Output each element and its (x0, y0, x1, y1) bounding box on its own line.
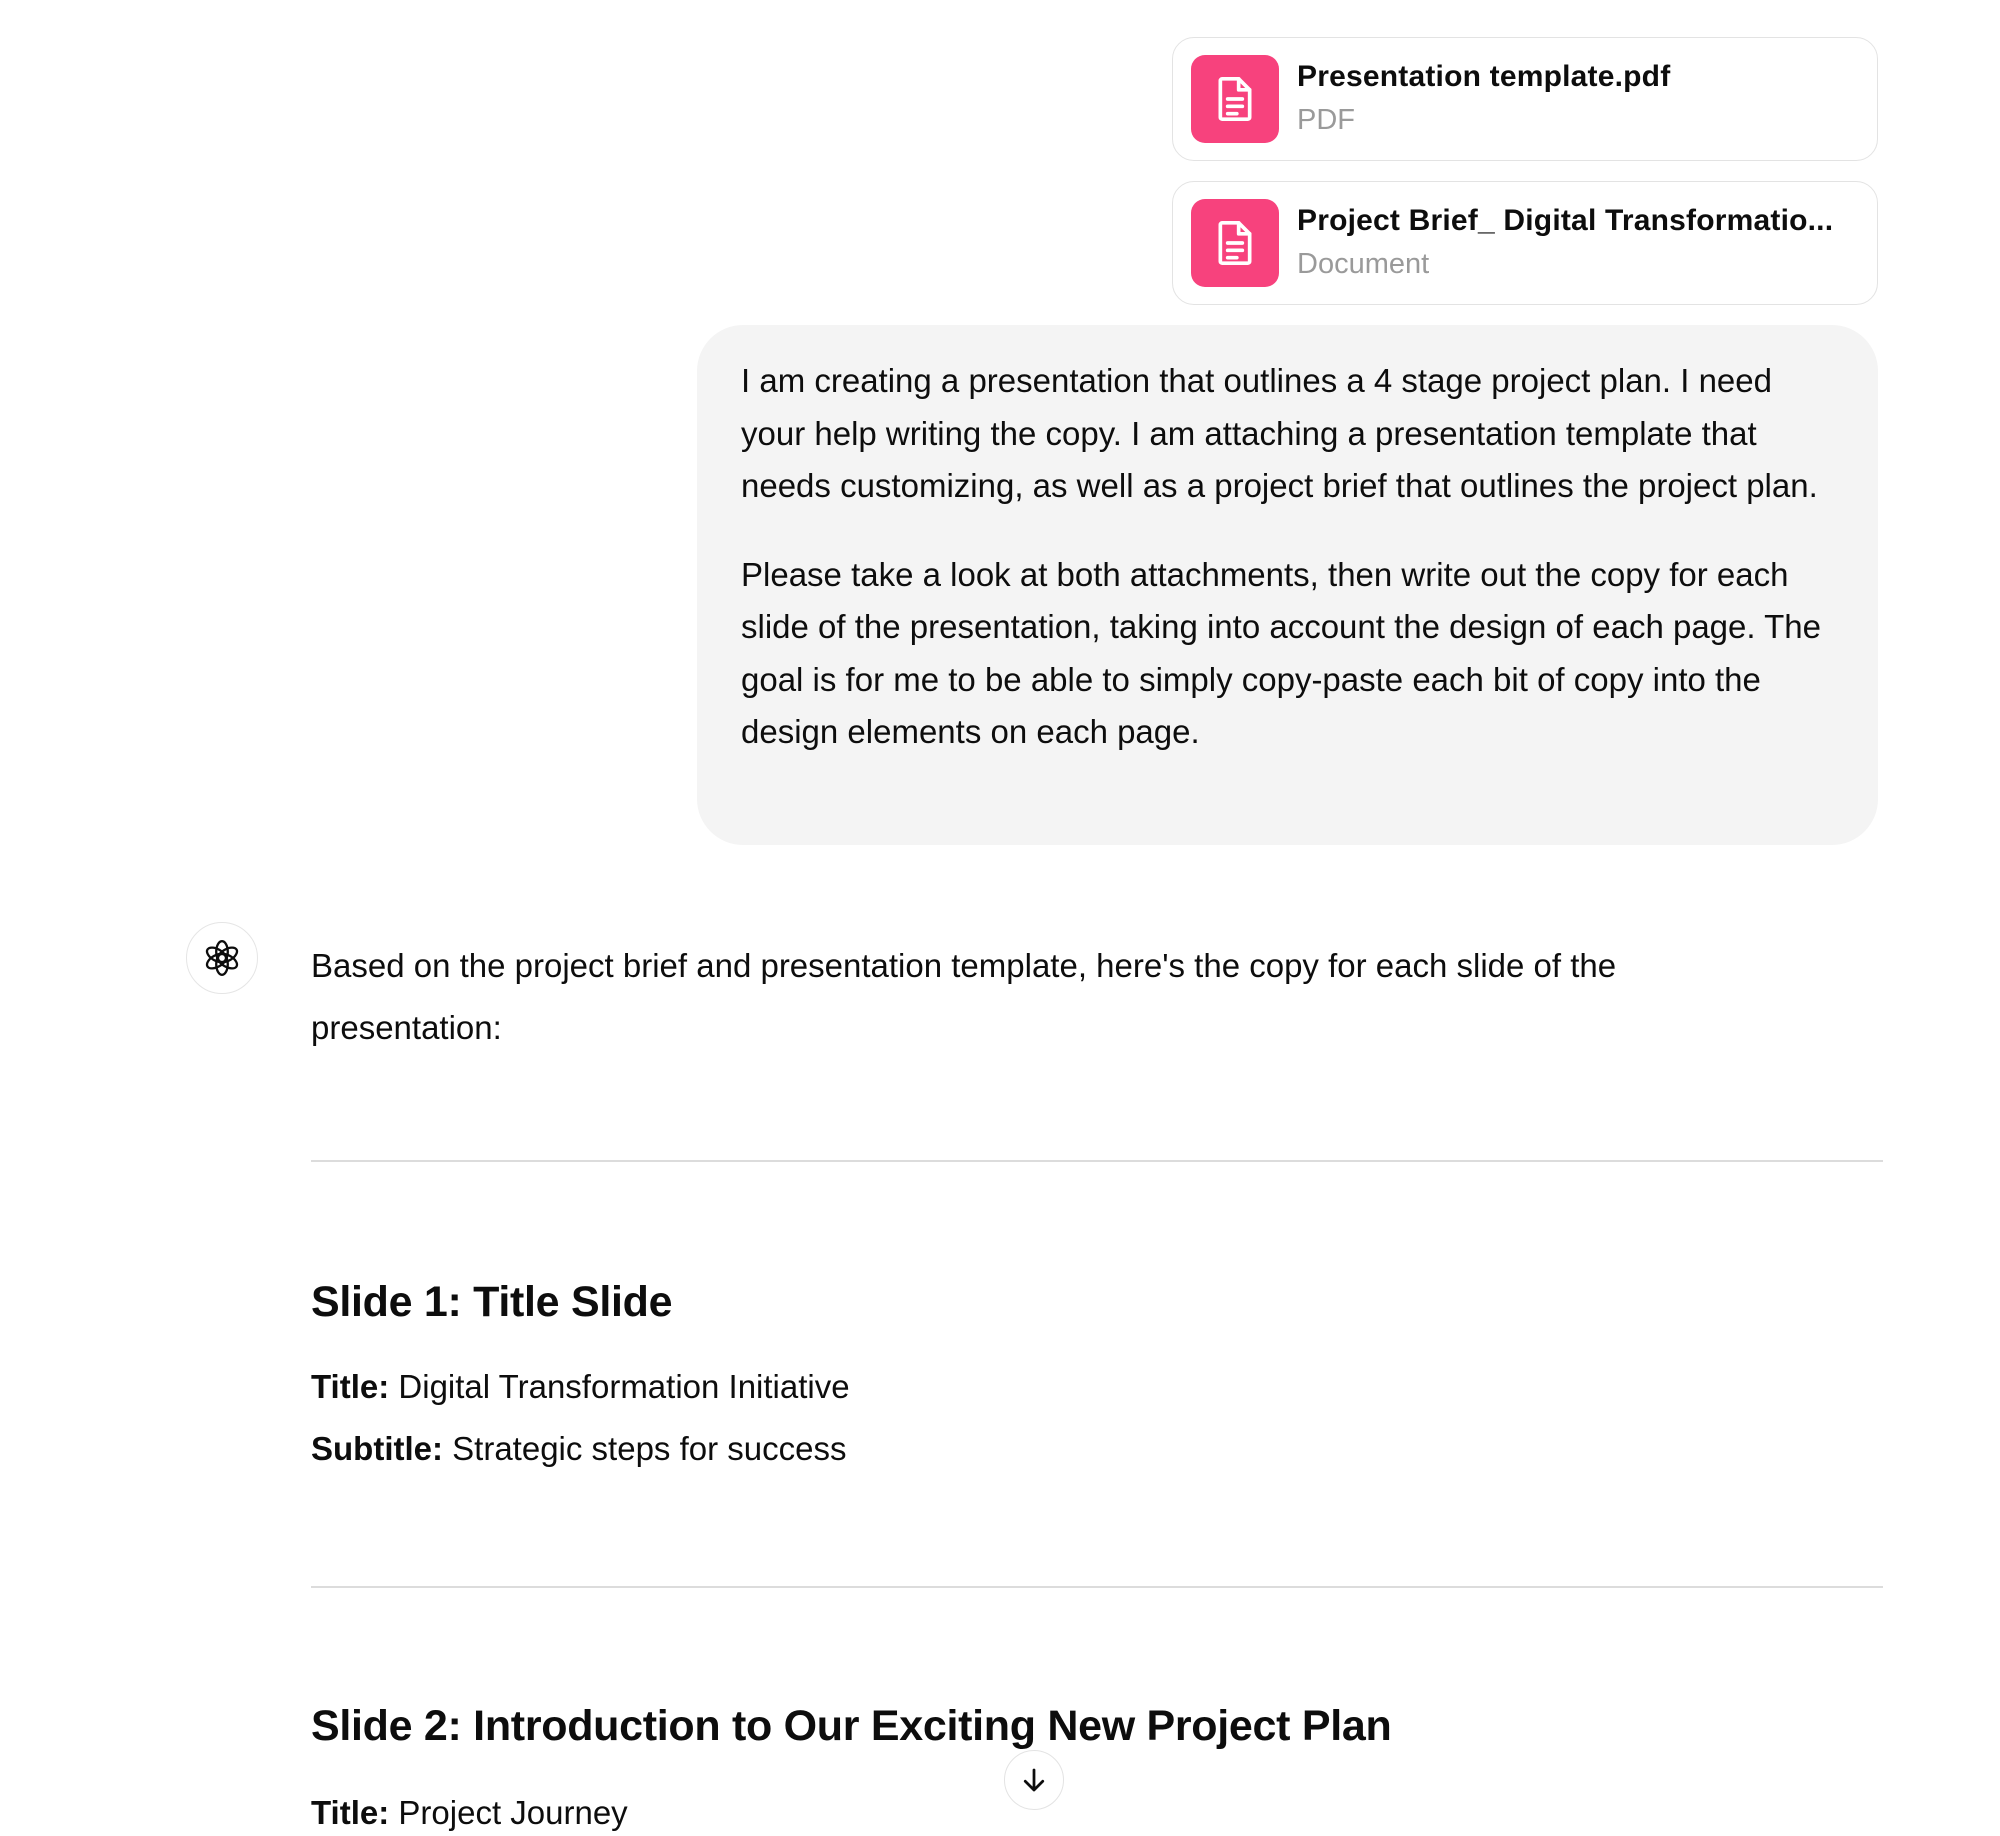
user-message-paragraph: Please take a look at both attachments, … (741, 555, 1821, 751)
attachment-type: PDF (1297, 104, 1355, 136)
attachment-card-presentation-template[interactable]: Presentation template.pdf PDF (1172, 37, 1878, 161)
slide-heading: Slide 2: Introduction to Our Exciting Ne… (311, 1702, 1392, 1750)
divider (311, 1586, 1883, 1588)
field-value: Digital Transformation Initiative (398, 1368, 850, 1405)
attachment-card-project-brief[interactable]: Project Brief_ Digital Transformatio... … (1172, 181, 1878, 305)
attachment-name: Project Brief_ Digital Transformatio... (1297, 204, 1834, 237)
attachment-type: Document (1297, 248, 1430, 280)
user-message-bubble: I am creating a presentation that outlin… (697, 325, 1878, 845)
assistant-avatar (186, 922, 258, 994)
field-value: Strategic steps for success (452, 1430, 847, 1467)
slide-field: Title: Project Journey (311, 1794, 628, 1832)
field-value: Project Journey (398, 1794, 628, 1831)
arrow-down-icon (1023, 1768, 1045, 1792)
field-label: Title: (311, 1368, 390, 1405)
document-icon (1191, 199, 1279, 287)
slide-heading: Slide 1: Title Slide (311, 1278, 673, 1326)
user-message-paragraph: I am creating a presentation that outlin… (741, 362, 1818, 504)
attachment-name: Presentation template.pdf (1297, 60, 1671, 93)
field-label: Subtitle: (311, 1430, 443, 1467)
document-icon (1191, 55, 1279, 143)
scroll-to-bottom-button[interactable] (1004, 1750, 1064, 1810)
openai-logo-icon (205, 940, 239, 976)
slide-field: Title: Digital Transformation Initiative (311, 1368, 850, 1406)
slide-field: Subtitle: Strategic steps for success (311, 1430, 846, 1468)
divider (311, 1160, 1883, 1162)
assistant-intro-text: Based on the project brief and presentat… (311, 947, 1617, 1046)
field-label: Title: (311, 1794, 390, 1831)
